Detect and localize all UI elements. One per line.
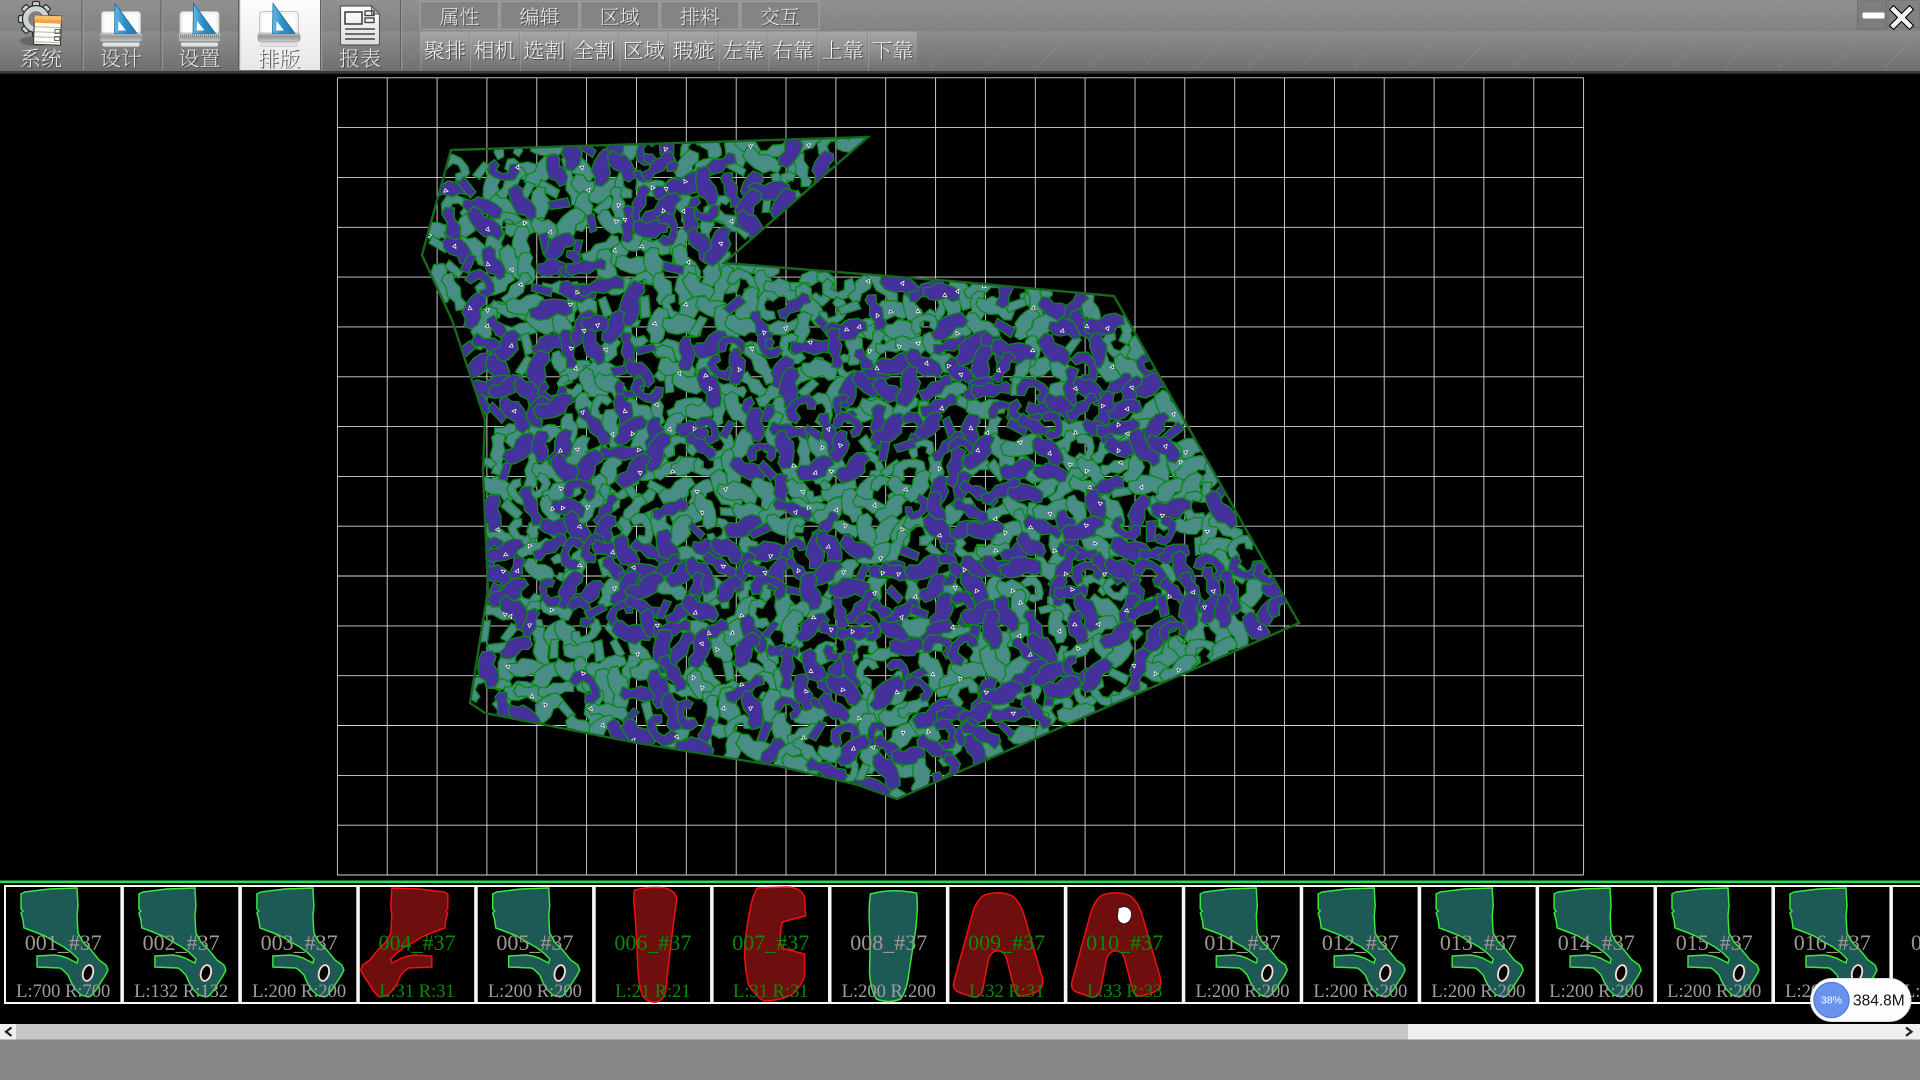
- svg-text:002_#37: 002_#37: [143, 930, 220, 955]
- svg-text:001_#37: 001_#37: [25, 930, 102, 955]
- svg-text:004_#37: 004_#37: [379, 930, 456, 955]
- svg-text:015_#37: 015_#37: [1676, 930, 1753, 955]
- svg-text:L:200 R:200: L:200 R:200: [488, 982, 582, 1002]
- svg-text:0: 0: [1911, 930, 1920, 955]
- svg-text:006_#37: 006_#37: [614, 930, 691, 955]
- svg-text:014_#37: 014_#37: [1558, 930, 1635, 955]
- svg-text:L:31 R:31: L:31 R:31: [379, 982, 455, 1002]
- svg-text:L:132 R:132: L:132 R:132: [134, 982, 228, 1002]
- svg-text:L:31 R:31: L:31 R:31: [733, 982, 809, 1002]
- svg-text:L:200 R:200: L:200 R:200: [1549, 982, 1643, 1002]
- svg-text:L:200 R:200: L:200 R:200: [1195, 982, 1289, 1002]
- svg-text:007_#37: 007_#37: [732, 930, 809, 955]
- svg-text:384.8M: 384.8M: [1853, 993, 1905, 1010]
- svg-text:003_#37: 003_#37: [261, 930, 338, 955]
- svg-text:016_#37: 016_#37: [1794, 930, 1871, 955]
- svg-text:012_#37: 012_#37: [1322, 930, 1399, 955]
- svg-text:L:21 R:21: L:21 R:21: [615, 982, 691, 1002]
- svg-text:011_#37: 011_#37: [1204, 930, 1280, 955]
- svg-text:L:33 R:33: L:33 R:33: [1087, 982, 1163, 1002]
- svg-text:38%: 38%: [1821, 995, 1842, 1007]
- svg-text:013_#37: 013_#37: [1440, 930, 1517, 955]
- svg-text:L:200 R:200: L:200 R:200: [1313, 982, 1407, 1002]
- svg-text:L:200 R:200: L:200 R:200: [1431, 982, 1525, 1002]
- svg-text:L:700 R:700: L:700 R:700: [16, 982, 110, 1002]
- svg-text:L:200 R:200: L:200 R:200: [252, 982, 346, 1002]
- svg-text:L:32 R:31: L:32 R:31: [969, 982, 1045, 1002]
- svg-text:010_#37: 010_#37: [1086, 930, 1163, 955]
- svg-text:008_#37: 008_#37: [850, 930, 927, 955]
- svg-text:L:200 R:200: L:200 R:200: [1667, 982, 1761, 1002]
- svg-text:009_#37: 009_#37: [968, 930, 1045, 955]
- svg-text:005_#37: 005_#37: [496, 930, 573, 955]
- svg-text:L:200 R:200: L:200 R:200: [842, 982, 936, 1002]
